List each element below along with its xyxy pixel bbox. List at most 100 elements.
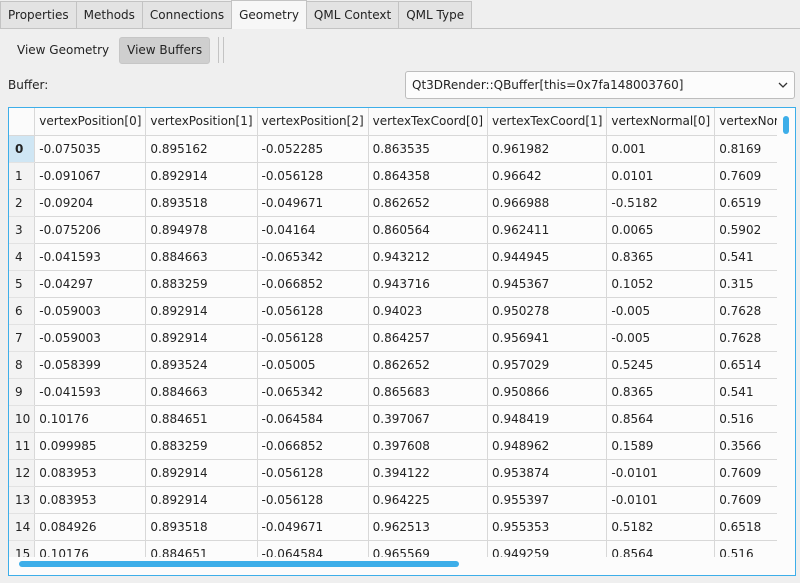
table-cell[interactable]: 0.884651 bbox=[145, 405, 258, 433]
column-header[interactable]: vertexPosition[1] bbox=[145, 108, 258, 136]
row-header[interactable]: 10 bbox=[9, 405, 36, 433]
row-header[interactable]: 14 bbox=[9, 513, 36, 541]
table-cell[interactable]: 0.6519 bbox=[714, 189, 777, 217]
table-cell[interactable]: 0.945367 bbox=[487, 270, 608, 298]
table-cell[interactable]: 0.0065 bbox=[606, 216, 716, 244]
table-row[interactable]: 8 -0.058399 0.893524 -0.05005 0.862652 0.9570… bbox=[9, 351, 777, 379]
table-cell[interactable]: 0.944945 bbox=[487, 243, 608, 271]
table-row[interactable]: 14 0.084926 0.893518 -0.049671 0.962513 0.955… bbox=[9, 513, 777, 541]
table-cell[interactable]: 0.7609 bbox=[714, 486, 777, 514]
table-row[interactable]: 15 0.10176 0.884651 -0.064584 0.965569 0.9492… bbox=[9, 540, 777, 557]
table-cell[interactable]: 0.6518 bbox=[714, 513, 777, 541]
table-cell[interactable]: 0.962513 bbox=[368, 513, 489, 541]
table-cell[interactable]: 0.5902 bbox=[714, 216, 777, 244]
table-row[interactable]: 12 0.083953 0.892914 -0.056128 0.394122 0.953… bbox=[9, 459, 777, 487]
row-header[interactable]: 11 bbox=[9, 432, 36, 460]
buffer-table[interactable]: vertexPosition[0] vertexPosition[1] vert… bbox=[8, 107, 796, 576]
table-cell[interactable]: 0.948962 bbox=[487, 432, 608, 460]
table-cell[interactable]: 0.957029 bbox=[487, 351, 608, 379]
table-cell[interactable]: 0.884663 bbox=[145, 243, 258, 271]
table-row[interactable]: 1 -0.091067 0.892914 -0.056128 0.864358 0.966… bbox=[9, 162, 777, 190]
table-cell[interactable]: 0.083953 bbox=[34, 459, 147, 487]
table-cell[interactable]: 0.953874 bbox=[487, 459, 608, 487]
tab-properties[interactable]: Properties bbox=[0, 1, 77, 28]
table-cell[interactable]: 0.956941 bbox=[487, 324, 608, 352]
table-row[interactable]: 6 -0.059003 0.892914 -0.056128 0.94023 0.9502… bbox=[9, 297, 777, 325]
table-row[interactable]: 5 -0.04297 0.883259 -0.066852 0.943716 0.9453… bbox=[9, 270, 777, 298]
table-cell[interactable]: -0.056128 bbox=[257, 459, 369, 487]
vertical-scrollbar[interactable] bbox=[783, 116, 789, 134]
row-header[interactable]: 3 bbox=[9, 216, 36, 244]
table-cell[interactable]: 0.516 bbox=[714, 405, 777, 433]
table-cell[interactable]: 0.950278 bbox=[487, 297, 608, 325]
table-cell[interactable]: -0.041593 bbox=[34, 243, 147, 271]
table-cell[interactable]: 0.961982 bbox=[487, 135, 608, 163]
column-header[interactable]: vertexTexCoord[1] bbox=[487, 108, 608, 136]
table-cell[interactable]: -0.005 bbox=[606, 297, 716, 325]
table-cell[interactable]: 0.8564 bbox=[606, 540, 716, 557]
table-cell[interactable]: 0.892914 bbox=[145, 486, 258, 514]
table-cell[interactable]: -0.066852 bbox=[257, 270, 369, 298]
table-cell[interactable]: 0.892914 bbox=[145, 162, 258, 190]
table-cell[interactable]: -0.049671 bbox=[257, 189, 369, 217]
table-cell[interactable]: -0.064584 bbox=[257, 540, 369, 557]
table-cell[interactable]: 0.955353 bbox=[487, 513, 608, 541]
table-row[interactable]: 3 -0.075206 0.894978 -0.04164 0.860564 0.9624… bbox=[9, 216, 777, 244]
table-cell[interactable]: 0.001 bbox=[606, 135, 716, 163]
table-cell[interactable]: -0.04164 bbox=[257, 216, 369, 244]
table-row[interactable]: 2 -0.09204 0.893518 -0.049671 0.862652 0.9669… bbox=[9, 189, 777, 217]
table-cell[interactable]: 0.315 bbox=[714, 270, 777, 298]
column-header[interactable]: vertexTexCoord[0] bbox=[368, 108, 489, 136]
view-geometry-button[interactable]: View Geometry bbox=[10, 37, 116, 64]
table-cell[interactable]: -0.056128 bbox=[257, 162, 369, 190]
table-row[interactable]: 11 0.099985 0.883259 -0.066852 0.397608 0.948… bbox=[9, 432, 777, 460]
column-header[interactable]: vertexPosition[2] bbox=[257, 108, 369, 136]
table-cell[interactable]: 0.8564 bbox=[606, 405, 716, 433]
table-cell[interactable]: 0.7628 bbox=[714, 324, 777, 352]
table-cell[interactable]: 0.892914 bbox=[145, 297, 258, 325]
table-cell[interactable]: 0.3566 bbox=[714, 432, 777, 460]
table-cell[interactable]: 0.397067 bbox=[368, 405, 489, 433]
table-cell[interactable]: 0.5245 bbox=[606, 351, 716, 379]
table-cell[interactable]: -0.056128 bbox=[257, 297, 369, 325]
table-cell[interactable]: 0.862652 bbox=[368, 189, 489, 217]
table-cell[interactable]: -0.066852 bbox=[257, 432, 369, 460]
table-cell[interactable]: 0.10176 bbox=[34, 540, 147, 557]
table-cell[interactable]: -0.059003 bbox=[34, 324, 147, 352]
column-header[interactable]: vertexNormal[0] bbox=[606, 108, 716, 136]
table-cell[interactable]: 0.862652 bbox=[368, 351, 489, 379]
table-cell[interactable]: 0.943212 bbox=[368, 243, 489, 271]
row-header[interactable]: 2 bbox=[9, 189, 36, 217]
table-cell[interactable]: 0.5182 bbox=[606, 513, 716, 541]
table-cell[interactable]: 0.943716 bbox=[368, 270, 489, 298]
table-cell[interactable]: -0.041593 bbox=[34, 378, 147, 406]
table-cell[interactable]: 0.955397 bbox=[487, 486, 608, 514]
table-cell[interactable]: 0.948419 bbox=[487, 405, 608, 433]
table-cell[interactable]: 0.397608 bbox=[368, 432, 489, 460]
table-row[interactable]: 9 -0.041593 0.884663 -0.065342 0.865683 0.950… bbox=[9, 378, 777, 406]
table-cell[interactable]: 0.099985 bbox=[34, 432, 147, 460]
table-cell[interactable]: 0.7609 bbox=[714, 162, 777, 190]
table-cell[interactable]: -0.09204 bbox=[34, 189, 147, 217]
table-cell[interactable]: 0.1052 bbox=[606, 270, 716, 298]
table-cell[interactable]: -0.005 bbox=[606, 324, 716, 352]
tab-methods[interactable]: Methods bbox=[75, 1, 143, 28]
table-cell[interactable]: -0.5182 bbox=[606, 189, 716, 217]
table-row[interactable]: 7 -0.059003 0.892914 -0.056128 0.864257 0.956… bbox=[9, 324, 777, 352]
row-header[interactable]: 1 bbox=[9, 162, 36, 190]
row-header[interactable]: 9 bbox=[9, 378, 36, 406]
table-cell[interactable]: 0.864358 bbox=[368, 162, 489, 190]
table-cell[interactable]: -0.056128 bbox=[257, 486, 369, 514]
table-row[interactable]: 13 0.083953 0.892914 -0.056128 0.964225 0.955… bbox=[9, 486, 777, 514]
table-cell[interactable]: 0.8365 bbox=[606, 243, 716, 271]
table-cell[interactable]: 0.96642 bbox=[487, 162, 608, 190]
table-cell[interactable]: 0.516 bbox=[714, 540, 777, 557]
table-cell[interactable]: 0.8365 bbox=[606, 378, 716, 406]
table-corner[interactable] bbox=[9, 108, 36, 136]
table-cell[interactable]: 0.884663 bbox=[145, 378, 258, 406]
table-cell[interactable]: -0.065342 bbox=[257, 243, 369, 271]
table-row[interactable]: 4 -0.041593 0.884663 -0.065342 0.943212 0.944… bbox=[9, 243, 777, 271]
table-cell[interactable]: 0.7628 bbox=[714, 297, 777, 325]
table-cell[interactable]: 0.083953 bbox=[34, 486, 147, 514]
buffer-select[interactable]: Qt3DRender::QBuffer[this=0x7fa148003760] bbox=[405, 71, 795, 99]
